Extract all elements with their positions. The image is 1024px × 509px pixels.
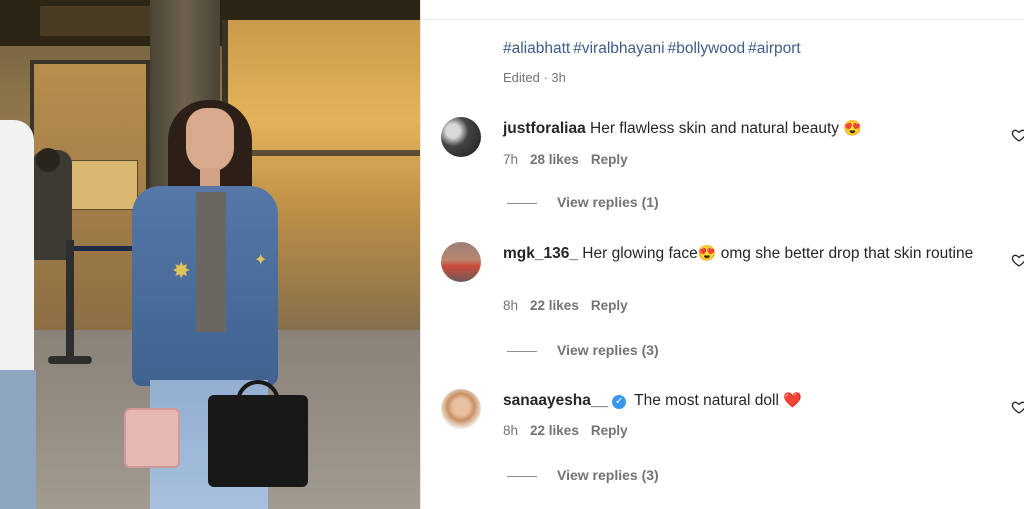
avatar[interactable]: [441, 117, 481, 157]
comment-time[interactable]: 8h: [503, 423, 518, 438]
comments-panel: #aliabhatt #viralbhayani #bollywood #airpor…: [421, 0, 1024, 509]
comment-body: justforaliaa Her flawless skin and natur…: [503, 118, 993, 140]
verified-badge-icon: ✓: [612, 395, 627, 409]
media-stanchion: [66, 240, 74, 360]
media-person-face: [186, 108, 234, 172]
replies-line: [507, 202, 537, 204]
comment-body: sanaayesha__ ✓ The most natural doll ❤️: [503, 390, 993, 412]
comment-likes[interactable]: 28 likes: [530, 152, 579, 167]
comment-text: The most natural doll: [634, 392, 779, 409]
comment-likes[interactable]: 22 likes: [530, 298, 579, 313]
avatar[interactable]: [441, 389, 481, 429]
comment-likes[interactable]: 22 likes: [530, 423, 579, 438]
hashtag-link[interactable]: #aliabhatt: [503, 40, 570, 57]
media-guard-head: [36, 148, 60, 172]
reply-button[interactable]: Reply: [591, 152, 628, 167]
reply-button[interactable]: Reply: [591, 423, 628, 438]
caption-hashtags: #aliabhatt #viralbhayani #bollywood #airpor…: [503, 40, 804, 58]
comment-text: omg she better drop that skin routine: [716, 245, 974, 262]
hashtag-link[interactable]: #airport: [748, 40, 801, 57]
hashtag-link[interactable]: #bollywood: [668, 40, 746, 57]
media-bystander: [0, 120, 34, 380]
comment-time[interactable]: 8h: [503, 298, 518, 313]
comment-meta: 7h 28 likes Reply: [503, 152, 640, 167]
media-pink-case: [124, 408, 180, 468]
comment-username[interactable]: justforaliaa: [503, 120, 586, 137]
replies-line: [507, 350, 537, 352]
red-heart-emoji-icon: ❤️: [783, 392, 802, 409]
comment-body: mgk_136_ Her glowing face😍 omg she bette…: [503, 243, 993, 265]
heart-outline-icon[interactable]: [1011, 252, 1024, 268]
media-ceiling-light: [40, 6, 160, 36]
reply-button[interactable]: Reply: [591, 298, 628, 313]
post-media[interactable]: ✸ ✦: [0, 0, 420, 509]
heart-eyes-emoji-icon: 😍: [697, 245, 717, 262]
media-inner-top: [196, 192, 226, 332]
media-stanchion-base: [48, 356, 92, 364]
media-brooch-small-icon: ✦: [254, 252, 268, 269]
view-replies-label: View replies (1): [557, 194, 659, 210]
media-brooch-star-icon: ✸: [172, 258, 191, 283]
heart-outline-icon[interactable]: [1011, 127, 1024, 143]
avatar[interactable]: [441, 242, 481, 282]
comment-text: Her glowing face: [582, 245, 698, 262]
view-replies-button[interactable]: View replies (3): [507, 342, 659, 358]
comment-text: Her flawless skin and natural beauty: [590, 120, 840, 137]
view-replies-button[interactable]: View replies (1): [507, 194, 659, 210]
media-bystander-legs: [0, 370, 36, 509]
comment-meta: 8h 22 likes Reply: [503, 423, 640, 438]
view-replies-label: View replies (3): [557, 467, 659, 483]
heart-eyes-emoji-icon: 😍: [843, 120, 863, 137]
replies-line: [507, 475, 537, 477]
caption-edited-time: Edited · 3h: [503, 70, 566, 85]
media-handbag: [208, 395, 308, 487]
comment-username[interactable]: sanaayesha__: [503, 392, 608, 409]
comment-username[interactable]: mgk_136_: [503, 245, 578, 262]
view-replies-label: View replies (3): [557, 342, 659, 358]
comment-time[interactable]: 7h: [503, 152, 518, 167]
heart-outline-icon[interactable]: [1011, 399, 1024, 415]
hashtag-link[interactable]: #viralbhayani: [573, 40, 664, 57]
comment-meta: 8h 22 likes Reply: [503, 298, 640, 313]
view-replies-button[interactable]: View replies (3): [507, 467, 659, 483]
media-sign: [68, 160, 138, 210]
